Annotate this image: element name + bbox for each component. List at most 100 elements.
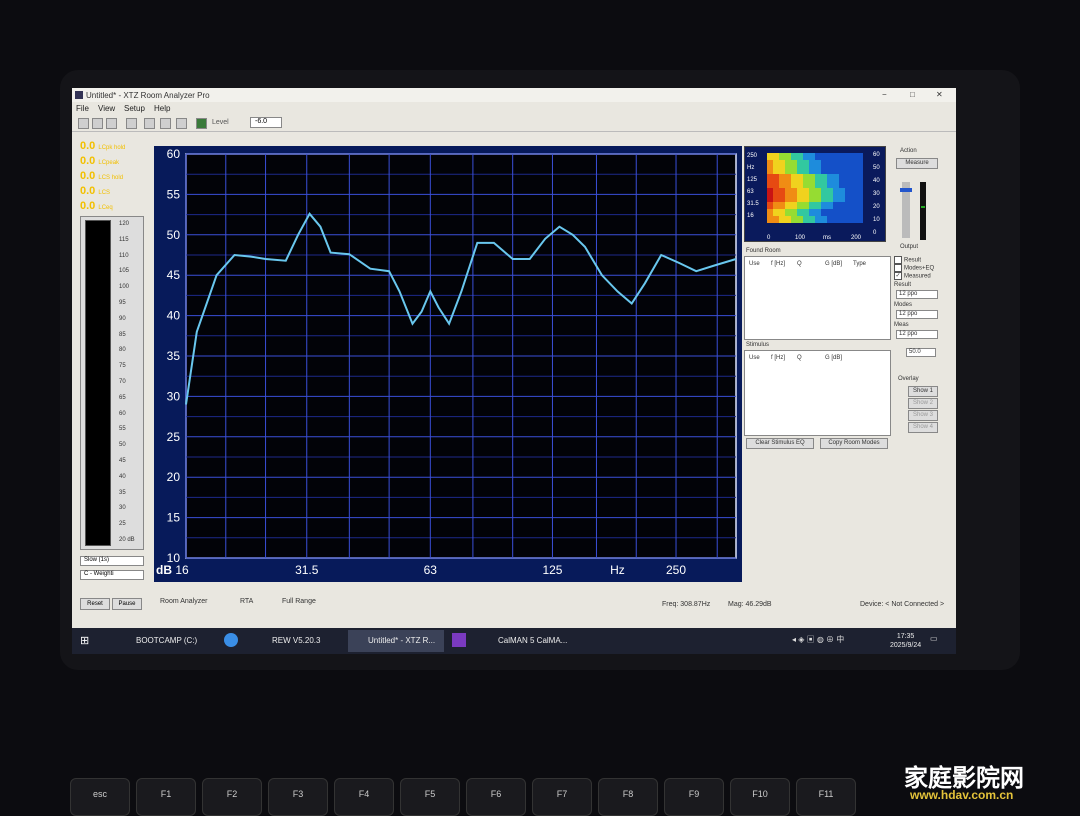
heatmap-cell: [809, 167, 815, 174]
key-f3[interactable]: F3: [268, 778, 328, 816]
overlay-show-3-button[interactable]: Show 3: [908, 410, 938, 421]
tab-room-analyzer[interactable]: Room Analyzer: [160, 598, 207, 605]
heatmap-cell: [773, 153, 779, 160]
heatmap-cell: [827, 167, 833, 174]
heatmap-cell: [767, 195, 773, 202]
heatmap-cell: [773, 195, 779, 202]
maximize-button[interactable]: □: [910, 90, 915, 99]
level-input[interactable]: -6.0: [250, 117, 282, 128]
smoothing-input[interactable]: 50.0: [906, 348, 936, 357]
pause-button[interactable]: Pause: [112, 598, 142, 610]
notification-icon[interactable]: ▭: [930, 634, 938, 643]
app-icon-purple[interactable]: [452, 633, 466, 647]
speed-select[interactable]: Slow (1s): [80, 556, 144, 566]
key-f6[interactable]: F6: [466, 778, 526, 816]
weighting-select[interactable]: C - Weighti: [80, 570, 144, 580]
eq-export-icon[interactable]: [176, 118, 187, 129]
key-f10[interactable]: F10: [730, 778, 790, 816]
open-icon[interactable]: [92, 118, 103, 129]
heatmap-cell: [845, 188, 851, 195]
frequency-response-graph[interactable]: 60 55 50 45 40 35 30 25 20 15 10 16 31.5 63 125 Hz 250 dB: [154, 146, 742, 582]
stim-col-freq: f [Hz]: [771, 355, 786, 361]
heatmap-cell: [857, 188, 863, 195]
result-select[interactable]: 12 ppo: [896, 290, 938, 299]
meas-select[interactable]: 12 ppo: [896, 330, 938, 339]
meter-scale-tick: 45: [119, 458, 126, 464]
measured-checkbox[interactable]: ✓ Measured: [894, 272, 931, 280]
modes-select[interactable]: 12 ppo: [896, 310, 938, 319]
overlay-show-2-button[interactable]: Show 2: [908, 398, 938, 409]
key-esc[interactable]: esc: [70, 778, 130, 816]
tab-rta[interactable]: RTA: [240, 598, 253, 605]
overlay-show-4-button[interactable]: Show 4: [908, 422, 938, 433]
heatmap-cell: [821, 174, 827, 181]
windows-start-icon[interactable]: ⊞: [80, 634, 89, 647]
heatmap-cell: [791, 174, 797, 181]
col-q: Q: [797, 261, 802, 267]
heatmap-cell: [773, 181, 779, 188]
heatmap-cell: [857, 216, 863, 223]
menu-view[interactable]: View: [98, 104, 115, 113]
reset-button[interactable]: Reset: [80, 598, 110, 610]
keyboard-row: esc F1 F2 F3 F4 F5 F6 F7 F8 F9 F10 F11: [60, 770, 1020, 816]
menu-file[interactable]: File: [76, 104, 89, 113]
key-f8[interactable]: F8: [598, 778, 658, 816]
overlay-show-1-button[interactable]: Show 1: [908, 386, 938, 397]
heatmap-cell: [785, 174, 791, 181]
modes-eq-checkbox[interactable]: Modes+EQ: [894, 264, 934, 272]
taskbar-clock[interactable]: 17:35 2025/9/24: [890, 632, 921, 650]
output-label: Output: [900, 244, 919, 250]
task-xtz[interactable]: Untitled* - XTZ R...: [348, 630, 444, 652]
heatmap-scale-tick: 30: [873, 191, 880, 197]
browser-icon[interactable]: [224, 633, 238, 647]
print-icon[interactable]: [126, 118, 137, 129]
save-icon[interactable]: [106, 118, 117, 129]
meter-scale-tick: 20 dB: [119, 537, 135, 543]
measure-button[interactable]: Measure: [896, 158, 938, 169]
task-bootcamp[interactable]: BOOTCAMP (C:): [116, 630, 212, 652]
key-f1[interactable]: F1: [136, 778, 196, 816]
meter-lceq: 0.0 LCeq: [80, 200, 113, 212]
heatmap-cell: [773, 209, 779, 216]
minimize-button[interactable]: −: [882, 90, 887, 99]
clear-stimulus-eq-button[interactable]: Clear Stimulus EQ: [746, 438, 814, 449]
menu-help[interactable]: Help: [154, 104, 170, 113]
checkbox-checked-icon[interactable]: ✓: [894, 272, 902, 280]
key-f2[interactable]: F2: [202, 778, 262, 816]
heatmap-cell: [857, 209, 863, 216]
key-f9[interactable]: F9: [664, 778, 724, 816]
tray-icons[interactable]: ◂ ◈ ▣ ◍ ⊕ 中: [792, 634, 844, 645]
close-button[interactable]: ✕: [936, 90, 943, 99]
key-f11[interactable]: F11: [796, 778, 856, 816]
heatmap-cell: [845, 167, 851, 174]
col-use: Use: [749, 261, 760, 267]
menu-setup[interactable]: Setup: [124, 104, 145, 113]
heatmap-cell: [797, 195, 803, 202]
key-f7[interactable]: F7: [532, 778, 592, 816]
heatmap-cell: [833, 153, 839, 160]
new-icon[interactable]: [78, 118, 89, 129]
output-slider-handle[interactable]: [900, 188, 912, 192]
window-title: Untitled* - XTZ Room Analyzer Pro: [86, 91, 210, 100]
meter-scale-tick: 70: [119, 379, 126, 385]
task-rew[interactable]: REW V5.20.3: [252, 630, 340, 652]
meter-scale-tick: 30: [119, 505, 126, 512]
meter-scale-tick: 40: [119, 473, 126, 480]
export-icon[interactable]: [160, 118, 171, 129]
task-calman[interactable]: CalMAN 5 CalMA...: [478, 630, 574, 652]
import-icon[interactable]: [144, 118, 155, 129]
copy-room-modes-button[interactable]: Copy Room Modes: [820, 438, 888, 449]
output-meter-mark: [921, 206, 925, 208]
heatmap-y-tick: 16: [747, 213, 754, 219]
heatmap-cell: [833, 188, 839, 195]
checkbox-box[interactable]: [894, 264, 902, 272]
output-slider[interactable]: [900, 182, 912, 238]
heatmap-cell: [773, 167, 779, 174]
key-f5[interactable]: F5: [400, 778, 460, 816]
checkbox-box[interactable]: [894, 256, 902, 264]
status-mag: Mag: 46.29dB: [728, 601, 772, 608]
heatmap-cell: [767, 209, 773, 216]
result-checkbox[interactable]: Result: [894, 256, 921, 264]
tab-full-range[interactable]: Full Range: [282, 598, 316, 605]
key-f4[interactable]: F4: [334, 778, 394, 816]
